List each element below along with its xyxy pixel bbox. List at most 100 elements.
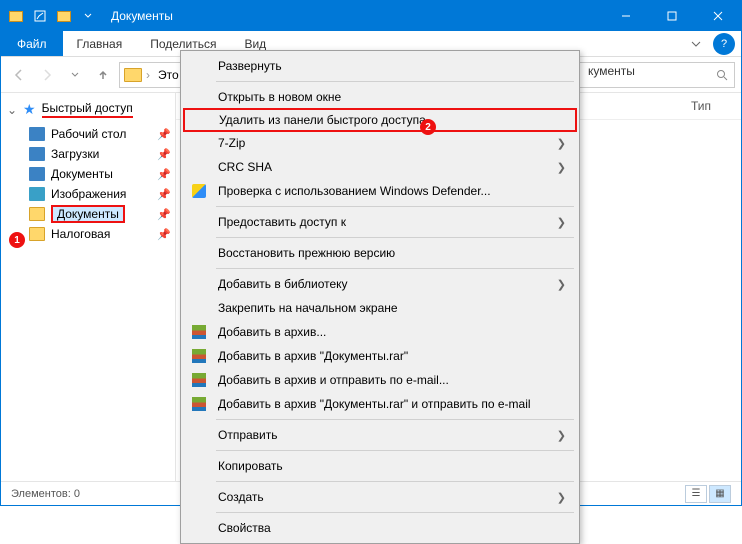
breadcrumb-trailing: кументы (588, 64, 635, 78)
view-icons-button[interactable]: ▦ (709, 485, 731, 503)
pin-icon: 📌 (157, 208, 171, 221)
context-menu-label: Добавить в архив и отправить по e-mail..… (212, 373, 568, 387)
chevron-right-icon: › (146, 68, 150, 82)
chevron-right-icon: ❯ (557, 429, 568, 442)
star-icon: ★ (23, 101, 36, 118)
context-menu-item[interactable]: Отправить❯ (184, 423, 576, 447)
context-menu-item[interactable]: Добавить в архив... (184, 320, 576, 344)
context-menu: Развернуть Открыть в новом окне Удалить из… (180, 50, 580, 544)
chevron-right-icon: ❯ (557, 216, 568, 229)
context-menu-label: Отправить (212, 428, 557, 442)
context-menu-item[interactable]: Свойства (184, 516, 576, 540)
nav-forward-button[interactable] (35, 63, 59, 87)
pin-icon: 📌 (157, 188, 171, 201)
sidebar-item-documents[interactable]: Документы 📌 (1, 164, 175, 184)
chevron-right-icon: ❯ (557, 278, 568, 291)
column-type[interactable]: Тип (691, 99, 711, 113)
sidebar-item-label: Документы (51, 205, 125, 223)
menu-separator (216, 481, 574, 482)
context-menu-label: Открыть в новом окне (212, 90, 568, 104)
folder-icon (29, 227, 45, 241)
context-menu-item[interactable]: 7-Zip❯ (184, 131, 576, 155)
qat-dropdown-icon[interactable] (77, 5, 99, 27)
context-menu-label: CRC SHA (212, 160, 557, 174)
context-menu-label: 7-Zip (212, 136, 557, 150)
qat-folder-icon[interactable] (5, 5, 27, 27)
desktop-icon (29, 127, 45, 141)
menu-separator (216, 81, 574, 82)
chevron-right-icon: ❯ (557, 491, 568, 504)
menu-separator (216, 450, 574, 451)
context-menu-item[interactable]: Копировать (184, 454, 576, 478)
ribbon-expand-icon[interactable] (685, 31, 707, 56)
file-tab[interactable]: Файл (1, 31, 63, 56)
context-menu-item[interactable]: Добавить в архив и отправить по e-mail..… (184, 368, 576, 392)
nav-back-button[interactable] (7, 63, 31, 87)
sidebar-item-label: Документы (51, 167, 113, 181)
pin-icon: 📌 (157, 128, 171, 141)
sidebar-item-desktop[interactable]: Рабочий стол 📌 (1, 124, 175, 144)
context-menu-item[interactable]: Создать❯ (184, 485, 576, 509)
sidebar-item-tax[interactable]: Налоговая 📌 (1, 224, 175, 244)
shield-icon (192, 184, 206, 198)
archive-icon (192, 349, 206, 363)
tab-home[interactable]: Главная (63, 31, 137, 56)
context-menu-label: Добавить в архив "Документы.rar" и отпра… (212, 397, 568, 411)
context-menu-item[interactable]: CRC SHA❯ (184, 155, 576, 179)
archive-icon (192, 373, 206, 387)
sidebar-item-label: Рабочий стол (51, 127, 126, 141)
menu-separator (216, 512, 574, 513)
maximize-button[interactable] (649, 1, 695, 31)
context-menu-item[interactable]: Добавить в архив "Документы.rar" (184, 344, 576, 368)
archive-icon (192, 397, 206, 411)
context-menu-item[interactable]: Добавить в библиотеку❯ (184, 272, 576, 296)
documents-icon (29, 167, 45, 181)
context-menu-label: Проверка с использованием Windows Defend… (212, 184, 568, 198)
minimize-button[interactable] (603, 1, 649, 31)
chevron-right-icon: ❯ (557, 137, 568, 150)
context-menu-item[interactable]: Удалить из панели быстрого доступа (183, 108, 577, 132)
menu-separator (216, 206, 574, 207)
images-icon (29, 187, 45, 201)
sidebar-item-images[interactable]: Изображения 📌 (1, 184, 175, 204)
quick-access-header[interactable]: ⌄ ★ Быстрый доступ (1, 99, 175, 120)
sidebar-item-documents-pinned[interactable]: Документы 📌 (1, 204, 175, 224)
pin-icon: 📌 (157, 228, 171, 241)
nav-up-button[interactable] (91, 63, 115, 87)
sidebar-item-downloads[interactable]: Загрузки 📌 (1, 144, 175, 164)
context-menu-item[interactable]: Проверка с использованием Windows Defend… (184, 179, 576, 203)
nav-recent-dropdown[interactable] (63, 63, 87, 87)
context-menu-label: Удалить из панели быстрого доступа (213, 113, 567, 127)
annotation-marker-2: 2 (420, 119, 436, 135)
pin-icon: 📌 (157, 148, 171, 161)
qat-newfolder-icon[interactable] (53, 5, 75, 27)
status-count: Элементов: 0 (11, 488, 80, 500)
chevron-down-icon: ⌄ (7, 103, 17, 117)
context-menu-item[interactable]: Открыть в новом окне (184, 85, 576, 109)
quick-access-label: Быстрый доступ (42, 101, 133, 115)
sidebar-item-label: Загрузки (51, 147, 99, 161)
help-button[interactable]: ? (713, 33, 735, 55)
search-icon (716, 69, 728, 81)
sidebar-item-label: Изображения (51, 187, 126, 201)
breadcrumb[interactable]: Это (154, 68, 183, 82)
context-menu-label: Создать (212, 490, 557, 504)
chevron-right-icon: ❯ (557, 161, 568, 174)
close-button[interactable] (695, 1, 741, 31)
context-menu-item[interactable]: Закрепить на начальном экране (184, 296, 576, 320)
view-details-button[interactable]: ☰ (685, 485, 707, 503)
context-menu-label: Закрепить на начальном экране (212, 301, 568, 315)
folder-icon (29, 207, 45, 221)
context-menu-item[interactable]: Предоставить доступ к❯ (184, 210, 576, 234)
archive-icon (192, 325, 206, 339)
pin-icon: 📌 (157, 168, 171, 181)
sidebar-item-label: Налоговая (51, 227, 110, 241)
menu-separator (216, 419, 574, 420)
menu-separator (216, 268, 574, 269)
context-menu-item[interactable]: Восстановить прежнюю версию (184, 241, 576, 265)
context-menu-label: Копировать (212, 459, 568, 473)
folder-icon (124, 68, 142, 82)
qat-properties-icon[interactable] (29, 5, 51, 27)
context-menu-item[interactable]: Развернуть (184, 54, 576, 78)
context-menu-item[interactable]: Добавить в архив "Документы.rar" и отпра… (184, 392, 576, 416)
